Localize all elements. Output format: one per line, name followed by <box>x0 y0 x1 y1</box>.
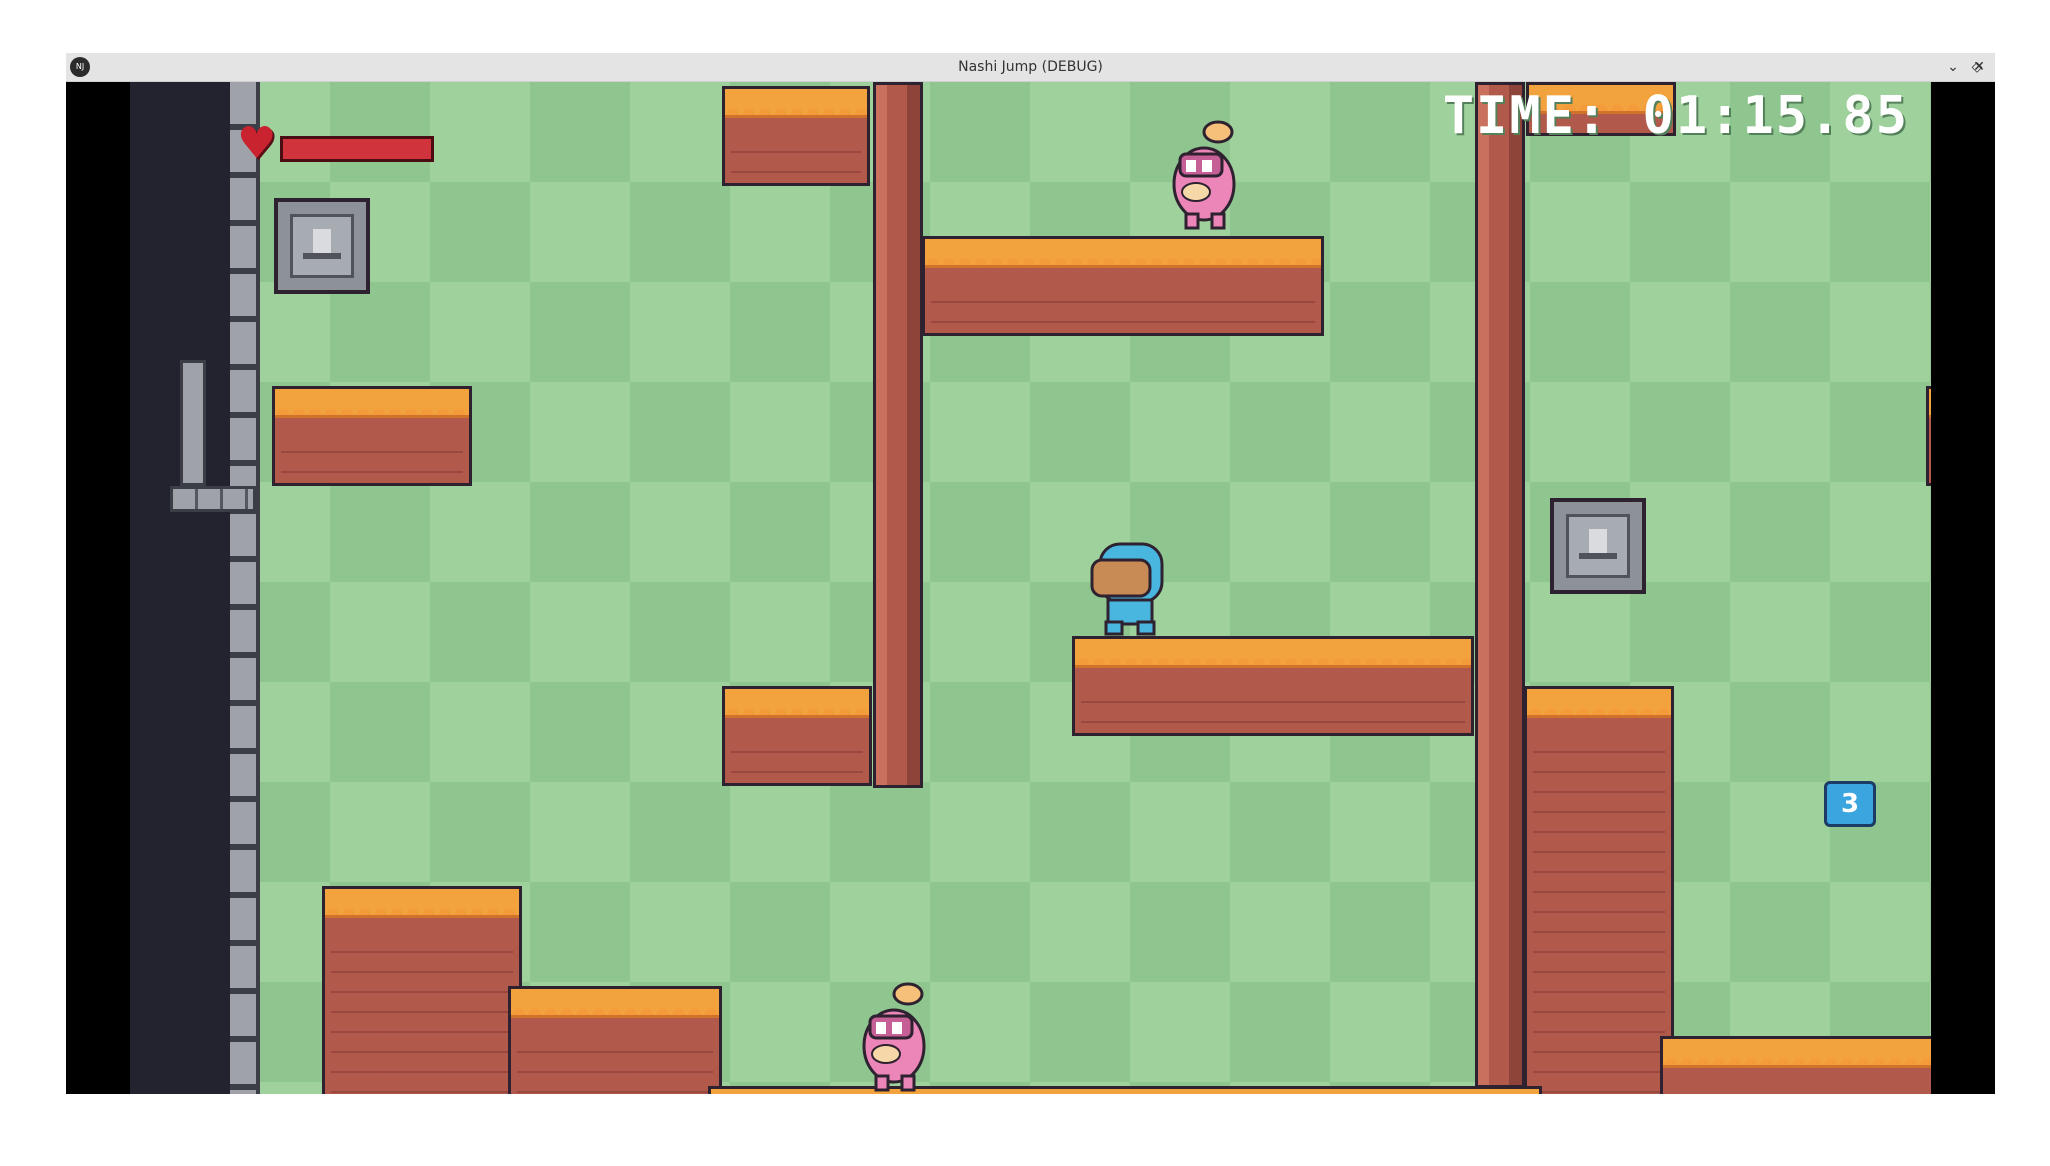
health-bar-fill <box>283 139 431 159</box>
pink-bunny-icon <box>862 982 926 1092</box>
minimize-button[interactable]: ⌄ <box>1943 57 1963 77</box>
close-button[interactable]: ✕ <box>1969 57 1989 77</box>
grass-platform <box>722 686 872 786</box>
grass-platform <box>1524 686 1674 1094</box>
grass-platform <box>508 986 722 1094</box>
stone-face-block-icon <box>274 198 370 294</box>
pink-bunny-icon <box>1172 120 1236 230</box>
wooden-pillar <box>1475 82 1525 1088</box>
game-viewport[interactable]: ♥ TIME: 01:15.85 3 <box>130 82 1931 1094</box>
grass-platform <box>1660 1036 1931 1094</box>
game-window: NJ Nashi Jump (DEBUG) ⌄ ◇ ✕ ♥ TIME: 01:1… <box>66 53 1995 1094</box>
heart-icon: ♥ <box>237 118 277 169</box>
grass-platform <box>1072 636 1474 736</box>
title-bar[interactable]: NJ Nashi Jump (DEBUG) ⌄ ◇ ✕ <box>66 53 1995 82</box>
timer-display: TIME: 01:15.85 <box>1442 86 1909 146</box>
stone-brick-ledge <box>180 360 206 486</box>
grass-platform <box>922 236 1324 336</box>
item-counter-badge: 3 <box>1824 781 1876 827</box>
stone-brick-column <box>230 82 260 1094</box>
grass-platform <box>1926 386 1931 486</box>
stone-brick-ledge <box>170 486 256 512</box>
health-bar <box>280 136 434 162</box>
grass-platform <box>708 1086 1542 1094</box>
wooden-pillar <box>873 82 923 788</box>
stone-face-block-icon <box>1550 498 1646 594</box>
blue-hooded-player-icon <box>1090 542 1164 636</box>
window-title: Nashi Jump (DEBUG) <box>958 59 1103 75</box>
grass-platform <box>322 886 522 1094</box>
grass-platform <box>722 86 870 186</box>
grass-platform <box>272 386 472 486</box>
